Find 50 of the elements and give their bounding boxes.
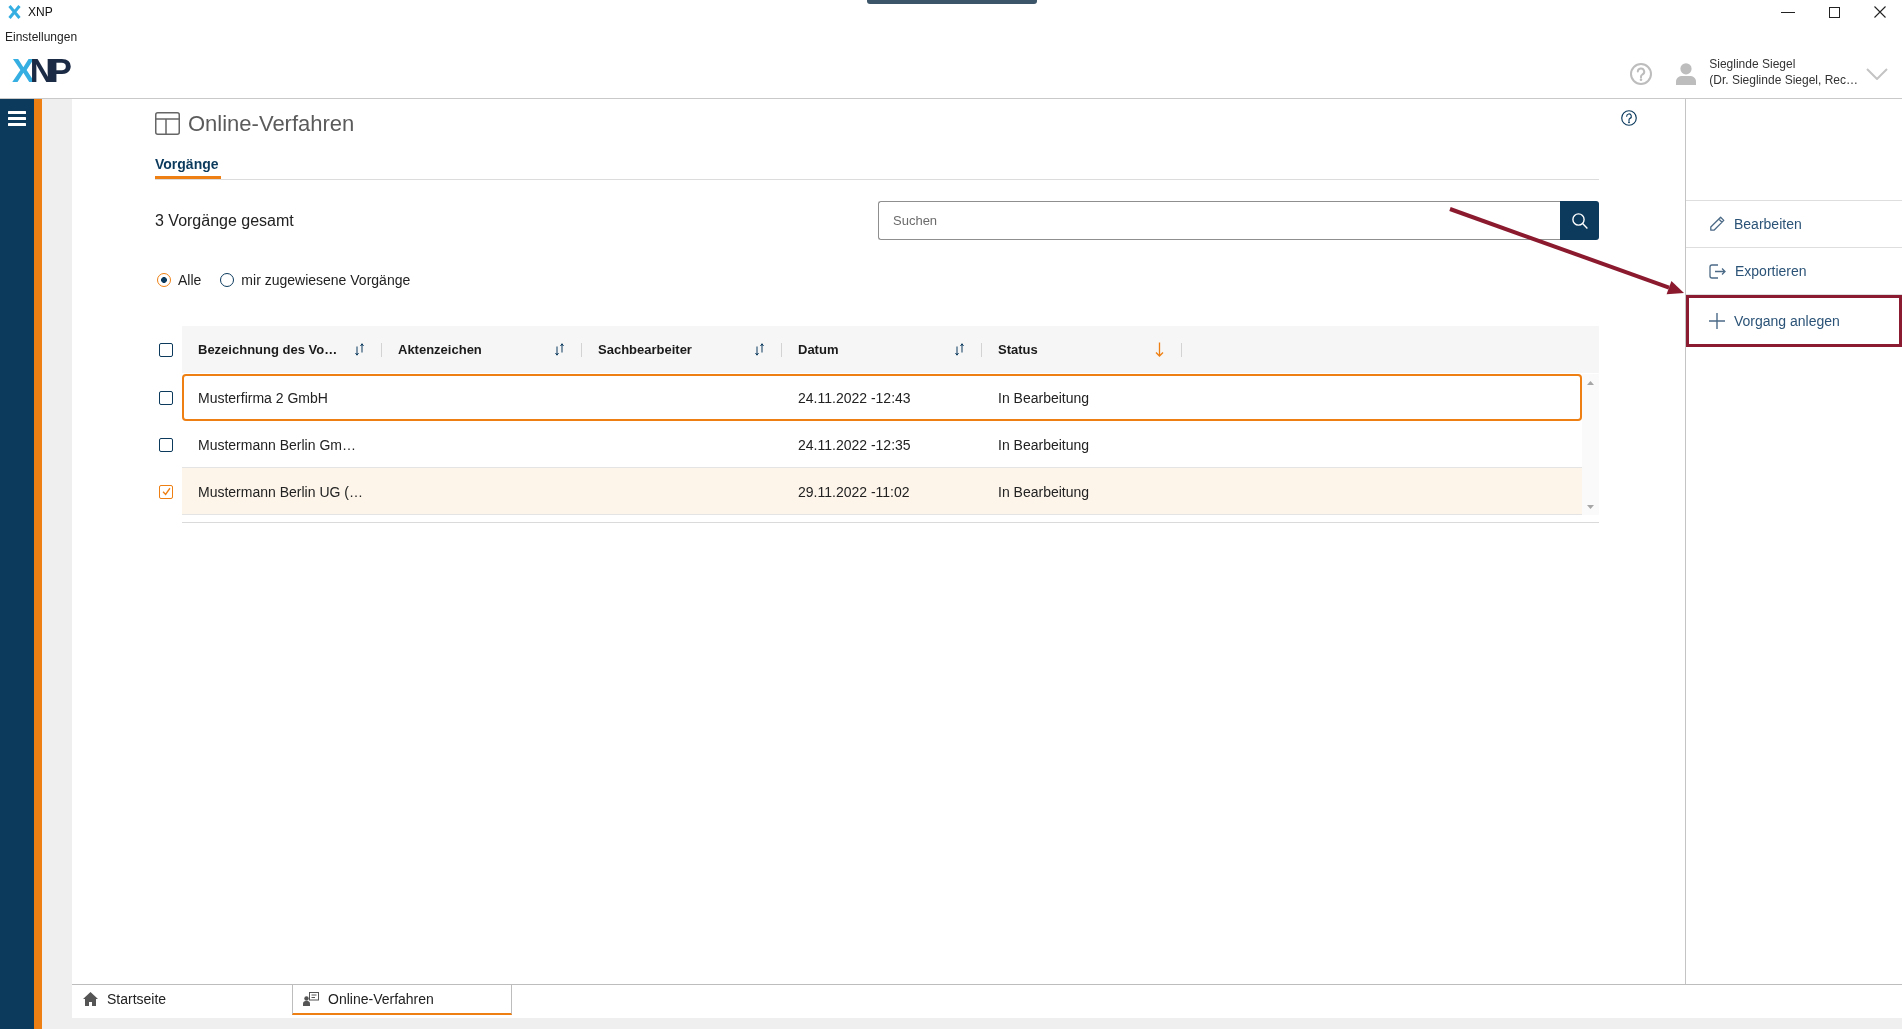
- column-header[interactable]: Datum: [782, 340, 982, 359]
- export-icon: [1709, 263, 1726, 279]
- user-detail: (Dr. Sieglinde Siegel, Rec…: [1709, 72, 1858, 88]
- table-cell-text: In Bearbeitung: [997, 436, 1091, 453]
- user-name: Sieglinde Siegel: [1709, 56, 1797, 72]
- column-header[interactable]: Sachbearbeiter: [582, 340, 782, 359]
- user-icon: [1676, 62, 1697, 85]
- filter-radio[interactable]: Alle: [157, 272, 202, 288]
- search-icon: [1571, 212, 1588, 229]
- search-button[interactable]: [1560, 201, 1599, 240]
- table-cell-text: In Bearbeitung: [997, 389, 1091, 406]
- radio-icon[interactable]: [220, 273, 235, 287]
- logo: XNP: [12, 55, 67, 85]
- home-icon: [83, 992, 98, 1006]
- close-icon[interactable]: [1874, 6, 1886, 18]
- table-icon: [155, 112, 180, 135]
- row-checkbox[interactable]: [159, 484, 173, 499]
- radio-icon[interactable]: [157, 273, 171, 287]
- table-cell-text: 29.11.2022 -11:02: [797, 483, 911, 500]
- table-cell-text: In Bearbeitung: [997, 483, 1091, 500]
- table-row[interactable]: Mustermann Berlin UG (… 29.11.2022 -11:02 In Bearbeitung: [182, 468, 1582, 515]
- table-row[interactable]: Musterfirma 2 GmbH 24.11.2022 -12:43 In Bearbeitung: [182, 374, 1582, 421]
- add-button[interactable]: Vorgang anlegen: [1686, 295, 1902, 347]
- row-checkbox[interactable]: [159, 390, 173, 405]
- table-cell-text: Mustermann Berlin Gm…: [197, 436, 357, 453]
- column-header[interactable]: Bezeichnung des Vo…: [182, 340, 382, 359]
- help-icon[interactable]: [1621, 110, 1637, 126]
- filter-radio[interactable]: mir zugewiesene Vorgänge: [220, 272, 411, 288]
- select-all-checkbox[interactable]: [159, 342, 173, 357]
- bottom-tab[interactable]: Online-Verfahren: [292, 985, 512, 1015]
- maximize-icon[interactable]: [1829, 6, 1840, 18]
- row-checkbox[interactable]: [159, 437, 173, 452]
- table-cell-text: Mustermann Berlin UG (…: [197, 483, 364, 500]
- minimize-icon[interactable]: [1781, 11, 1795, 13]
- plus-icon: [1709, 313, 1725, 329]
- table-cell-text: Musterfirma 2 GmbH: [197, 389, 329, 406]
- menu-icon[interactable]: [8, 111, 26, 126]
- app-icon: [8, 5, 21, 19]
- column-header[interactable]: Status: [982, 340, 1182, 359]
- tab[interactable]: Vorgänge: [155, 154, 221, 179]
- page-title: Online-Verfahren: [188, 112, 355, 136]
- presentation-icon: [303, 992, 319, 1006]
- search-field[interactable]: Suchen: [878, 201, 1560, 240]
- record-count: 3 Vorgänge gesamt: [155, 211, 294, 230]
- column-header[interactable]: Aktenzeichen: [382, 340, 582, 359]
- table-cell-text: 24.11.2022 -12:35: [797, 436, 912, 453]
- window-title: XNP: [28, 5, 53, 19]
- pencil-icon: [1709, 216, 1725, 232]
- menu-item[interactable]: Einstellungen: [5, 29, 78, 45]
- table-cell-text: 24.11.2022 -12:43: [797, 389, 912, 406]
